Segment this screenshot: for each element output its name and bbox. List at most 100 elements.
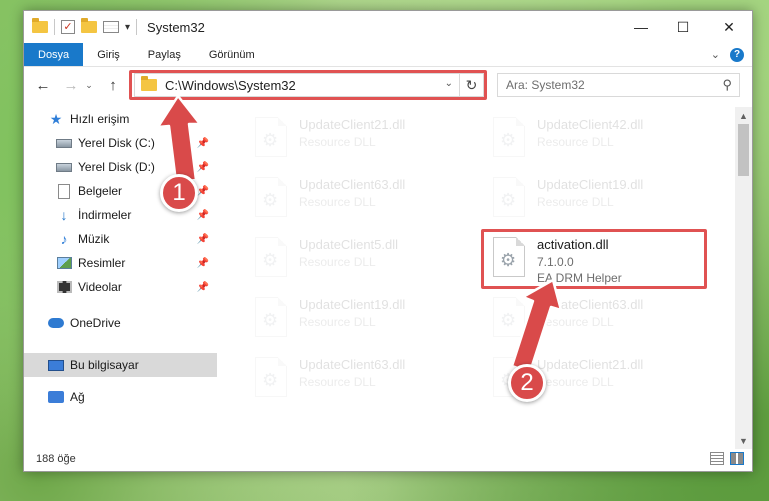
navigation-bar: ← → ⌄ ↑ C:\Windows\System32 ⌄ ↻ Ara: Sys… bbox=[24, 69, 752, 101]
sidebar-item-music[interactable]: ♪ Müzik 📌 bbox=[24, 227, 217, 251]
customize-icon[interactable] bbox=[103, 21, 119, 33]
sidebar-item-label: İndirmeler bbox=[78, 208, 132, 222]
dll-file-icon: ⚙ bbox=[255, 177, 287, 217]
dll-file-icon: ⚙ bbox=[493, 297, 525, 337]
file-tile[interactable]: ⚙ UpdateClient63.dll Resource DLL bbox=[249, 173, 477, 225]
dll-file-icon: ⚙ bbox=[493, 117, 525, 157]
window-title: System32 bbox=[147, 19, 205, 35]
details-view-icon[interactable] bbox=[710, 452, 724, 465]
drive-icon bbox=[56, 159, 72, 175]
file-name: UpdateClient21.dll bbox=[299, 117, 406, 132]
tab-file[interactable]: Dosya bbox=[24, 43, 84, 66]
file-type: Resource DLL bbox=[299, 375, 376, 389]
address-path[interactable]: C:\Windows\System32 bbox=[165, 78, 296, 93]
help-icon[interactable]: ? bbox=[730, 47, 744, 62]
file-tile[interactable]: ⚙ UpdateClient5.dll Resource DLL bbox=[249, 233, 477, 285]
navigation-pane: ★ Hızlı erişim Yerel Disk (C:) 📌 Yerel D… bbox=[24, 107, 217, 447]
document-icon bbox=[56, 183, 72, 199]
tab-view[interactable]: Görünüm bbox=[195, 43, 269, 66]
search-icon[interactable]: ⚲ bbox=[722, 77, 732, 93]
sidebar-item-videos[interactable]: Videolar 📌 bbox=[24, 275, 217, 299]
sidebar-item-pictures[interactable]: Resimler 📌 bbox=[24, 251, 217, 275]
sidebar-item-network[interactable]: Ağ bbox=[24, 385, 217, 409]
dll-file-icon: ⚙ bbox=[493, 177, 525, 217]
pin-icon[interactable]: 📌 bbox=[197, 282, 209, 293]
file-description: EA DRM Helper bbox=[537, 271, 622, 285]
search-box[interactable]: Ara: System32 ⚲ bbox=[497, 73, 740, 97]
file-tile[interactable]: ⚙ UpdateClient63.dll Resource DLL bbox=[249, 353, 477, 405]
scroll-up-icon[interactable]: ▲ bbox=[735, 107, 752, 124]
file-type: Resource DLL bbox=[299, 135, 376, 149]
pin-icon[interactable]: 📌 bbox=[197, 162, 209, 173]
address-folder-icon bbox=[141, 76, 157, 91]
pin-icon[interactable]: 📌 bbox=[197, 258, 209, 269]
view-buttons bbox=[710, 452, 744, 465]
tiles-view-icon[interactable] bbox=[730, 452, 744, 465]
sidebar-item-label: Belgeler bbox=[78, 184, 123, 198]
tab-share[interactable]: Paylaş bbox=[134, 43, 195, 66]
video-icon bbox=[56, 279, 72, 295]
pin-icon[interactable]: 📌 bbox=[197, 138, 209, 149]
address-bar[interactable]: C:\Windows\System32 ⌄ ↻ bbox=[134, 73, 484, 97]
picture-icon bbox=[56, 255, 72, 271]
dll-file-icon: ⚙ bbox=[255, 237, 287, 277]
pin-icon[interactable]: 📌 bbox=[197, 210, 209, 221]
scroll-thumb[interactable] bbox=[738, 124, 749, 176]
file-type: Resource DLL bbox=[537, 375, 614, 389]
file-list: ⚙ UpdateClient21.dll Resource DLL ⚙ Upda… bbox=[219, 107, 735, 447]
file-tile[interactable]: ⚙ UpdateClient19.dll Resource DLL bbox=[487, 173, 715, 225]
callout-badge-one: 1 bbox=[160, 174, 198, 212]
file-name: UpdateClient42.dll bbox=[537, 117, 644, 132]
refresh-button[interactable]: ↻ bbox=[459, 74, 483, 96]
expand-ribbon-icon[interactable]: ⌄ bbox=[711, 48, 720, 61]
up-button[interactable]: ↑ bbox=[102, 77, 124, 94]
new-folder-icon[interactable] bbox=[81, 18, 97, 33]
address-dropdown-icon[interactable]: ⌄ bbox=[445, 78, 453, 89]
file-tile[interactable]: ⚙ UpdateClient19.dll Resource DLL bbox=[249, 293, 477, 345]
maximize-button[interactable]: ☐ bbox=[660, 11, 706, 43]
file-name: UpdateClient19.dll bbox=[537, 177, 644, 192]
properties-check-icon[interactable]: ✓ bbox=[61, 20, 75, 34]
file-version: 7.1.0.0 bbox=[537, 255, 574, 269]
dll-file-icon: ⚙ bbox=[493, 237, 525, 277]
star-icon: ★ bbox=[49, 110, 63, 127]
search-placeholder: Ara: System32 bbox=[506, 78, 585, 92]
back-button[interactable]: ← bbox=[32, 77, 54, 94]
file-tile[interactable]: ⚙ UpdateClient42.dll Resource DLL bbox=[487, 113, 715, 165]
sidebar-item-label: Müzik bbox=[78, 232, 110, 246]
sidebar-item-label: Hızlı erişim bbox=[70, 112, 130, 126]
file-name: UpdateClient19.dll bbox=[299, 297, 406, 312]
explorer-window: ✓ ▾ System32 — ☐ ✕ Dosya Giriş Paylaş Gö… bbox=[23, 10, 753, 472]
vertical-scrollbar[interactable]: ▲ ▼ bbox=[735, 107, 752, 449]
pin-icon[interactable]: 📌 bbox=[197, 186, 209, 197]
sidebar-item-this-pc[interactable]: Bu bilgisayar bbox=[24, 353, 217, 377]
item-count: 188 öğe bbox=[36, 453, 76, 465]
file-name: UpdateClient63.dll bbox=[299, 177, 406, 192]
file-type: Resource DLL bbox=[299, 315, 376, 329]
file-type: Resource DLL bbox=[537, 195, 614, 209]
file-name: activation.dll bbox=[537, 237, 609, 252]
minimize-button[interactable]: — bbox=[618, 11, 664, 43]
sidebar-item-label: Videolar bbox=[78, 280, 122, 294]
sidebar-item-local-disk-c[interactable]: Yerel Disk (C:) 📌 bbox=[24, 131, 217, 155]
customize-dropdown-icon[interactable]: ▾ bbox=[125, 22, 130, 33]
pin-icon[interactable]: 📌 bbox=[197, 234, 209, 245]
music-icon: ♪ bbox=[60, 231, 68, 247]
file-name: UpdateClient5.dll bbox=[299, 237, 399, 252]
recent-locations-button[interactable]: ⌄ bbox=[82, 80, 96, 91]
forward-button[interactable]: → bbox=[60, 77, 82, 94]
ribbon-tabs: Dosya Giriş Paylaş Görünüm ⌄ ? bbox=[24, 43, 752, 67]
cloud-icon bbox=[48, 315, 64, 331]
folder-icon[interactable] bbox=[32, 18, 48, 33]
sidebar-item-label: Yerel Disk (C:) bbox=[78, 136, 155, 150]
file-tile-activation-dll[interactable]: ⚙ activation.dll 7.1.0.0 EA DRM Helper bbox=[487, 233, 715, 289]
network-icon bbox=[48, 389, 64, 405]
tab-home[interactable]: Giriş bbox=[83, 43, 134, 66]
sidebar-item-onedrive[interactable]: OneDrive bbox=[24, 311, 217, 335]
close-button[interactable]: ✕ bbox=[706, 11, 752, 43]
sidebar-item-quick-access[interactable]: ★ Hızlı erişim bbox=[24, 107, 217, 131]
sidebar-item-label: Resimler bbox=[78, 256, 126, 270]
drive-icon bbox=[56, 135, 72, 151]
file-tile[interactable]: ⚙ UpdateClient21.dll Resource DLL bbox=[249, 113, 477, 165]
file-tile[interactable]: ⚙ UpdateClient63.dll Resource DLL bbox=[487, 293, 715, 345]
